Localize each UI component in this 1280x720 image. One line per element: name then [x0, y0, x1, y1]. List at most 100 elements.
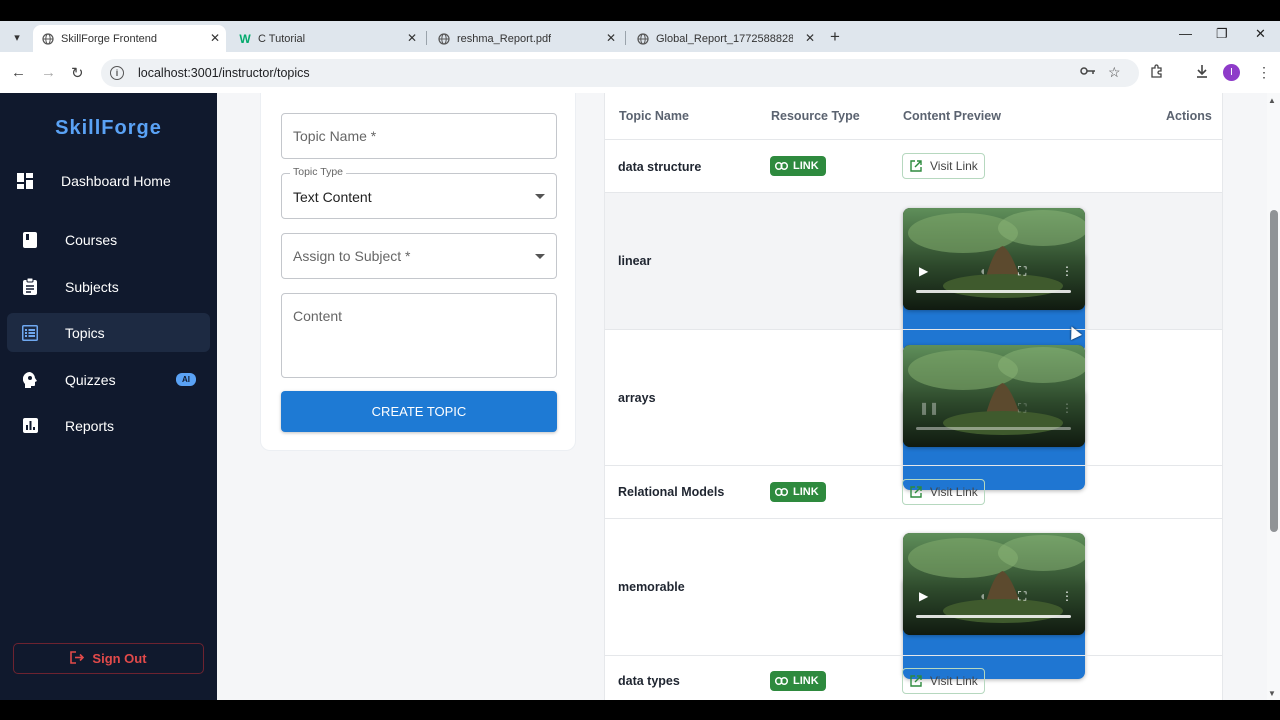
video-progress-bar[interactable] [916, 615, 1071, 618]
create-topic-button[interactable]: CREATE TOPIC [281, 391, 557, 432]
sidebar-item-label: Dashboard Home [61, 172, 171, 189]
video-progress-bar[interactable] [916, 290, 1071, 293]
tab-reshma-report[interactable]: reshma_Report.pdf ✕ [429, 25, 622, 52]
play-icon[interactable]: ▶ [919, 589, 928, 603]
video-thumbnail [903, 533, 1085, 635]
sidebar-item-subjects[interactable]: Subjects [7, 267, 210, 306]
header-content-preview: Content Preview [903, 109, 1001, 123]
sidebar-item-quizzes[interactable]: Quizzes AI [7, 360, 210, 399]
sidebar-item-topics[interactable]: Topics [7, 313, 210, 352]
visit-link-button[interactable]: Visit Link [902, 153, 985, 179]
more-options-icon[interactable]: ⋮ [1061, 589, 1073, 603]
topic-name-input[interactable]: Topic Name * [281, 113, 557, 159]
tab-title: Global_Report_1772588828137 [656, 32, 793, 45]
tab-separator [426, 31, 427, 45]
video-player[interactable]: ❚❚ ⛶ ⋮ [903, 345, 1085, 447]
resource-type-chip: LINK [770, 156, 826, 176]
visit-link-button[interactable]: Visit Link [902, 479, 985, 505]
tab-search-button[interactable]: ▾ [7, 27, 27, 47]
dropdown-arrow-icon [535, 254, 545, 259]
fullscreen-icon[interactable]: ⛶ [1018, 264, 1026, 279]
video-player[interactable]: ▶ ◖ ⛶ ⋮ [903, 533, 1085, 635]
tab-strip: ▾ SkillForge Frontend ✕ W C Tutorial ✕ r… [0, 21, 1280, 52]
fullscreen-icon[interactable]: ⛶ [1018, 401, 1026, 416]
close-icon[interactable]: ✕ [805, 31, 815, 45]
forward-button[interactable]: → [41, 64, 56, 81]
more-options-icon[interactable]: ⋮ [1061, 264, 1073, 278]
sidebar-item-dashboard[interactable]: Dashboard Home [7, 161, 210, 200]
video-thumbnail [903, 208, 1085, 310]
brand-logo[interactable]: SkillForge [0, 117, 217, 140]
create-topic-form: Topic Name * Topic Type Text Content Ass… [260, 93, 576, 451]
chevron-down-icon: ▾ [14, 31, 20, 44]
globe-icon [437, 32, 451, 46]
pause-icon[interactable]: ❚❚ [919, 401, 939, 415]
fullscreen-icon[interactable]: ⛶ [1018, 589, 1026, 604]
table-row: linear VIDEO ▶ ◖ ⛶ [605, 192, 1222, 353]
profile-avatar[interactable]: I [1223, 64, 1240, 81]
reload-button[interactable]: ↻ [71, 64, 84, 82]
extensions-icon[interactable] [1150, 64, 1164, 81]
site-info-icon[interactable]: i [110, 66, 124, 80]
topic-name-cell: data structure [618, 160, 702, 174]
video-thumbnail [903, 345, 1085, 447]
video-player[interactable]: ▶ ◖ ⛶ ⋮ [903, 208, 1085, 310]
logout-icon [70, 650, 85, 667]
globe-icon [636, 32, 650, 46]
volume-icon[interactable]: ◖ [979, 589, 986, 603]
scrollbar-thumb[interactable] [1270, 210, 1278, 532]
reload-icon: ↻ [71, 65, 84, 82]
link-icon [775, 162, 788, 170]
table-row: data structure LINK Visit Link [605, 139, 1222, 192]
brain-icon [21, 371, 39, 389]
visit-link-label: Visit Link [930, 159, 978, 173]
topic-type-select[interactable]: Topic Type Text Content [281, 166, 557, 219]
dropdown-arrow-icon [535, 194, 545, 199]
topic-name-cell: arrays [618, 391, 656, 405]
visit-link-button[interactable]: Visit Link [902, 668, 985, 694]
more-menu-icon[interactable]: ⋮ [1257, 64, 1271, 81]
restore-button[interactable]: ❐ [1216, 26, 1228, 42]
scroll-up-arrow-icon[interactable]: ▲ [1268, 96, 1276, 105]
play-icon[interactable]: ▶ [919, 264, 928, 278]
visit-link-label: Visit Link [930, 674, 978, 688]
scroll-down-arrow-icon[interactable]: ▼ [1268, 689, 1276, 698]
video-progress-bar[interactable] [916, 427, 1071, 430]
address-bar[interactable]: i localhost:3001/instructor/topics [101, 59, 1139, 87]
new-tab-button[interactable]: + [830, 27, 840, 47]
clipboard-icon [21, 278, 39, 296]
close-window-button[interactable]: ✕ [1255, 26, 1266, 42]
link-icon [775, 677, 788, 685]
restore-icon: ❐ [1216, 26, 1228, 41]
main-content: Topic Name * Topic Type Text Content Ass… [217, 93, 1267, 700]
book-icon [21, 231, 39, 249]
table-row: Relational Models LINK Visit Link [605, 465, 1222, 518]
topics-table: Topic Name Resource Type Content Preview… [604, 93, 1223, 700]
password-key-icon[interactable] [1080, 64, 1096, 80]
sidebar-item-label: Courses [65, 231, 118, 248]
close-icon[interactable]: ✕ [210, 31, 220, 45]
close-icon[interactable]: ✕ [407, 31, 417, 45]
assign-subject-placeholder: Assign to Subject * [293, 248, 411, 264]
assign-subject-select[interactable]: Assign to Subject * [281, 233, 557, 279]
minimize-button[interactable]: — [1179, 26, 1192, 41]
tab-c-tutorial[interactable]: W C Tutorial ✕ [230, 25, 423, 52]
tab-global-report[interactable]: Global_Report_1772588828137 ✕ [628, 25, 821, 52]
table-row: arrays VIDEO ❚❚ ⛶ ⋮ [605, 329, 1222, 490]
more-options-icon[interactable]: ⋮ [1061, 401, 1073, 415]
sidebar-item-courses[interactable]: Courses [7, 220, 210, 259]
volume-icon[interactable]: ◖ [979, 264, 986, 278]
bookmark-star-icon[interactable]: ☆ [1108, 64, 1121, 81]
content-textarea[interactable]: Content [281, 293, 557, 378]
download-icon[interactable] [1195, 64, 1209, 81]
tab-title: SkillForge Frontend [61, 32, 157, 45]
sidebar-item-reports[interactable]: Reports [7, 406, 210, 445]
arrow-right-icon: → [41, 64, 56, 81]
sign-out-button[interactable]: Sign Out [13, 643, 204, 674]
close-icon[interactable]: ✕ [606, 31, 616, 45]
ai-badge: AI [176, 373, 196, 386]
back-button[interactable]: ← [11, 64, 26, 81]
app: SkillForge Dashboard Home Courses Subjec… [0, 93, 1280, 700]
tab-skillforge[interactable]: SkillForge Frontend ✕ [33, 25, 226, 52]
table-row: memorable VIDEO ▶ ◖ ⛶ [605, 518, 1222, 679]
